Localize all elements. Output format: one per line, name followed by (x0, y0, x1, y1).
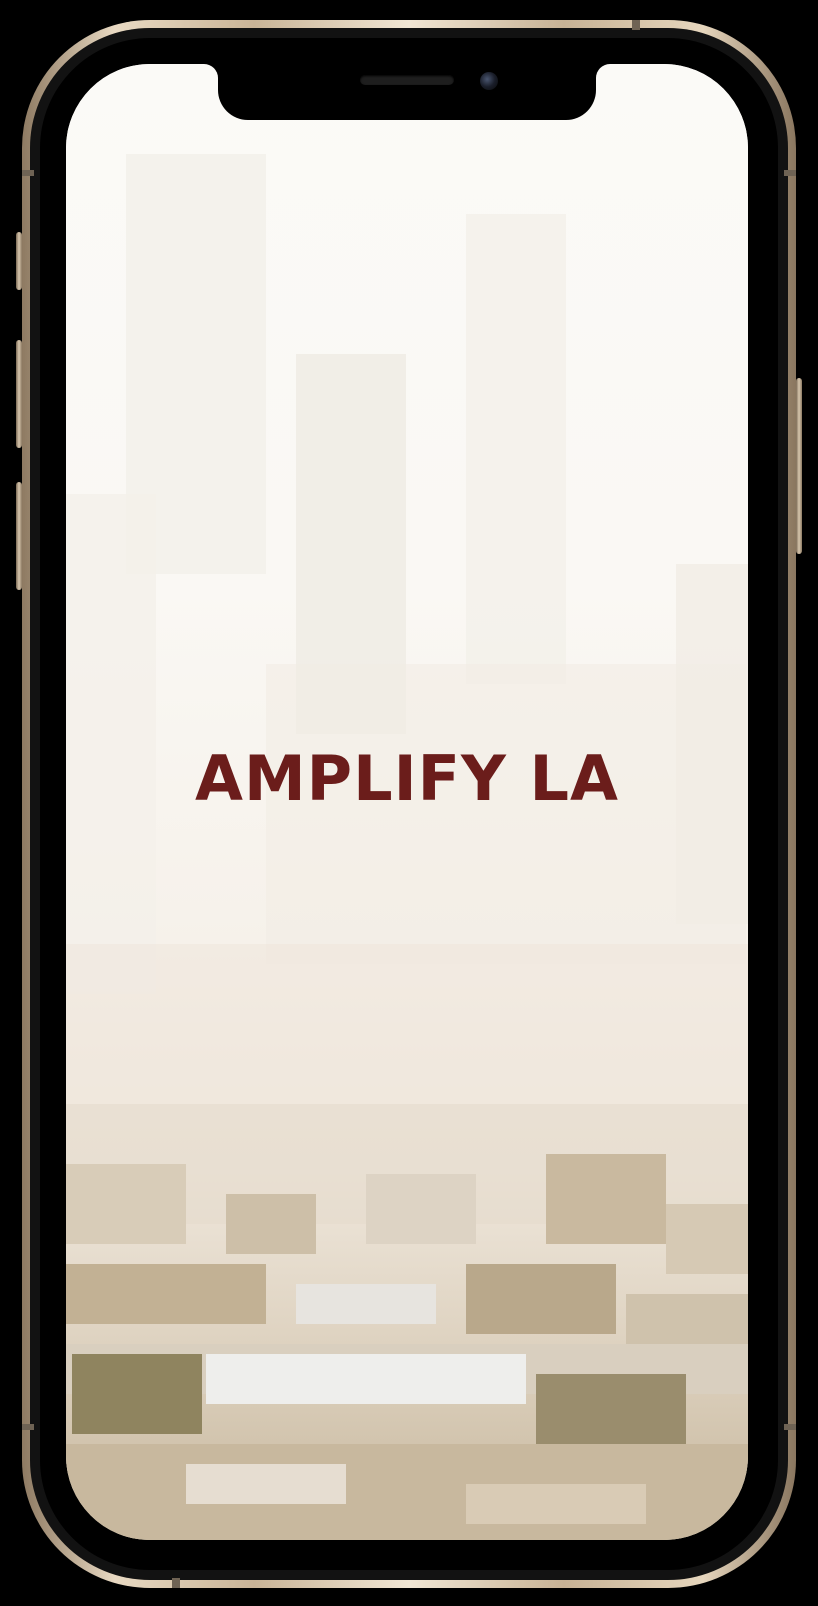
city-block (546, 1154, 666, 1244)
antenna-band (172, 1578, 180, 1588)
city-block (226, 1194, 316, 1254)
antenna-band (632, 20, 640, 30)
earpiece-speaker (360, 75, 454, 85)
antenna-band (784, 1424, 796, 1430)
city-block (466, 1264, 616, 1334)
city-block (466, 1484, 646, 1524)
road-block (206, 1354, 526, 1404)
city-block (366, 1174, 476, 1244)
tree-block (536, 1374, 686, 1454)
haze-band (66, 944, 748, 1104)
power-button (796, 378, 802, 554)
city-block (66, 1164, 186, 1244)
app-title: AMPLIFY LA (194, 742, 620, 815)
notch (218, 64, 596, 120)
city-block (186, 1464, 346, 1504)
antenna-band (22, 170, 34, 176)
notch-corner (204, 64, 218, 78)
city-block (666, 1204, 748, 1274)
notch-corner (596, 64, 610, 78)
city-block (296, 1284, 436, 1324)
antenna-band (784, 170, 796, 176)
tree-block (72, 1354, 202, 1434)
antenna-band (22, 1424, 34, 1430)
front-camera (480, 72, 498, 90)
city-block (66, 1264, 266, 1324)
building-block (466, 214, 566, 684)
device-canvas: AMPLIFY LA (0, 0, 818, 1606)
